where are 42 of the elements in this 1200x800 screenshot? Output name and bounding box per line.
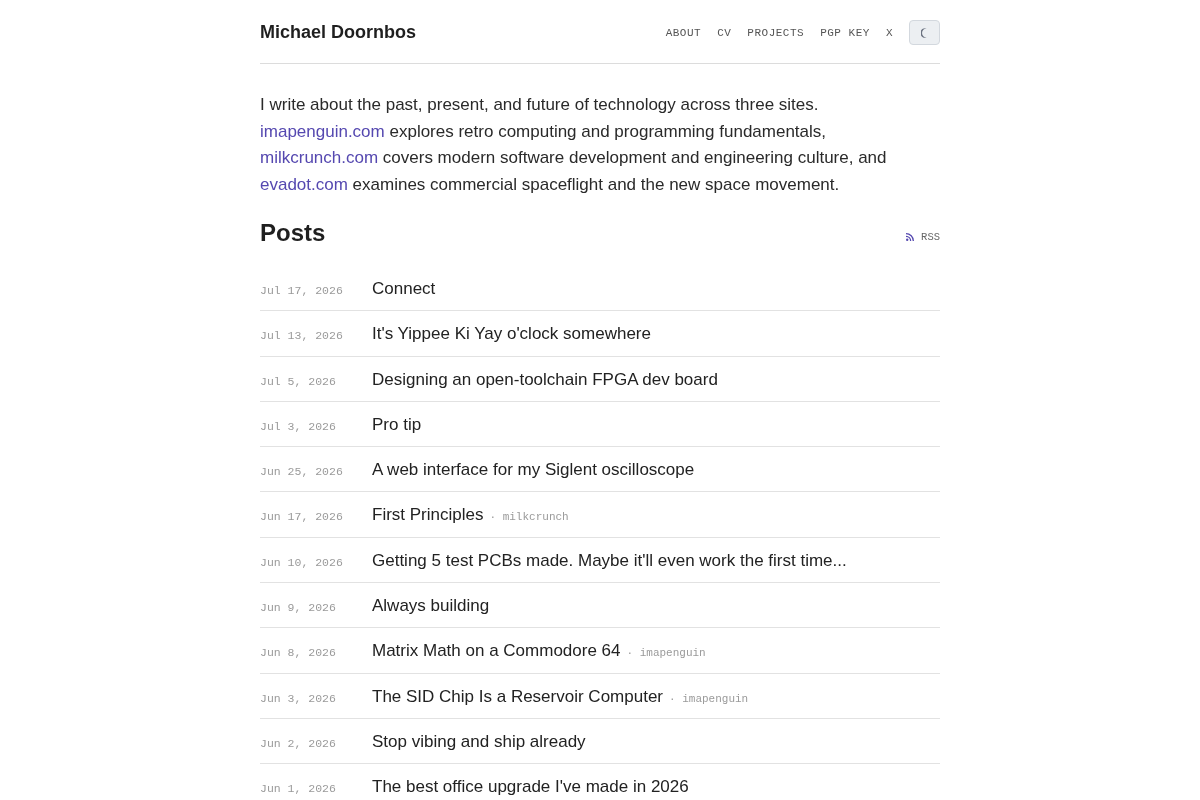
theme-toggle-button[interactable] [909,20,940,45]
post-date: Jun 8, 2026 [260,646,337,660]
nav-link[interactable]: ABOUT [665,26,702,39]
site-link[interactable]: evadot.com [260,174,348,194]
site-tag: · milkcrunch [489,511,569,525]
post-title-link[interactable]: Always building [372,595,490,617]
post-date: Jun 25, 2026 [260,465,344,479]
post-date: Jul 17, 2026 [260,284,344,297]
site-link[interactable]: imapenguin.com [260,121,385,141]
post-date: Jun 9, 2026 [260,601,337,615]
post-date: Jun 2, 2026 [260,736,337,750]
post-title-link[interactable]: Pro tip [372,413,422,435]
rss-link[interactable]: RSS [906,231,940,243]
post-date: Jun 17, 2026 [260,510,344,524]
post-title-link[interactable]: Getting 5 test PCBs made. Maybe it'll even work the first time... [372,549,847,571]
nav-link[interactable]: CV [717,26,732,39]
site-tag: · imapenguin [669,692,749,706]
post-title-link[interactable]: Matrix Math on a Commodore 64 [372,640,621,662]
nav-link[interactable]: PROJECTS [747,26,805,39]
post-date: Jul 5, 2026 [260,374,337,388]
post-date: Jun 3, 2026 [260,691,337,705]
site-link[interactable]: milkcrunch.com [260,148,379,167]
post-date: Jul 3, 2026 [260,419,337,433]
post-title-link[interactable]: Connect [372,278,436,299]
post-title-link[interactable]: Designing an open-toolchain FPGA dev board [372,368,718,390]
post-title-link[interactable]: The best office upgrade I've made in 2026 [372,776,689,798]
post-date: Jun 1, 2026 [260,782,337,796]
nav-link[interactable]: X [885,26,893,39]
intro-paragraph: I write about the past, present, and future of technology across three sites. imapenguin.com explores retro computing and programming fundamentals, milkcrunch.com covers modern software development and engineering culture, and evadot.com examines commercial spaceflight and the new space movement. [260,94,888,196]
site-title[interactable]: Michael Doornbos [260,22,416,43]
post-title-link[interactable]: A web interface for my Siglent oscilloscope [372,459,695,481]
site-tag: · imapenguin [626,647,706,661]
post-date: Jun 10, 2026 [260,555,344,569]
post-title-link[interactable]: Stop vibing and ship already [372,730,586,752]
post-date: Jul 13, 2026 [260,329,344,343]
post-title-link[interactable]: It's Yippee Ki Yay o'clock somewhere [372,323,651,345]
rss-icon [906,233,915,241]
section-heading: Posts [260,219,326,247]
post-title-link[interactable]: First Principles [372,504,484,526]
post-title-link[interactable]: The SID Chip Is a Reservoir Computer [372,685,663,707]
moon-icon [920,27,929,38]
nav-link[interactable]: PGP KEY [820,26,870,39]
